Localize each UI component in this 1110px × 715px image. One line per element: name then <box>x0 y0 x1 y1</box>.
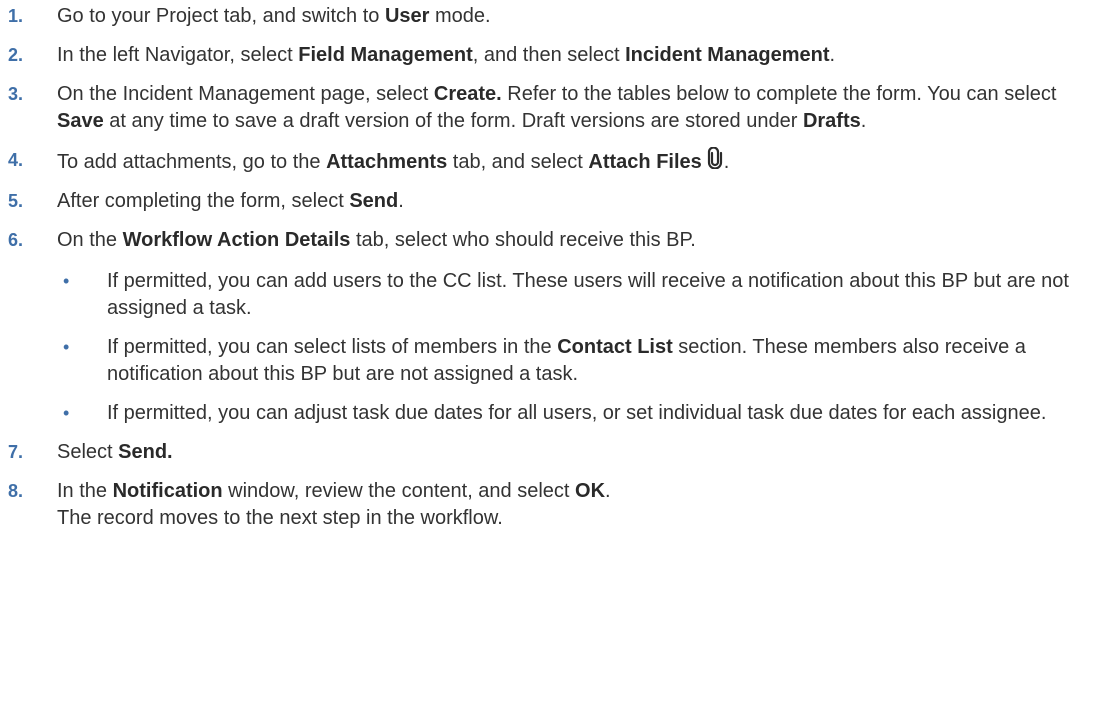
step-item: 4. To add attachments, go to the Attachme… <box>0 147 1110 176</box>
step-text: Select Send. <box>57 439 1100 466</box>
step-number: 7. <box>8 442 24 462</box>
paperclip-icon <box>707 147 722 169</box>
step-number: 4. <box>8 150 24 170</box>
text-run: at any time to save a draft version of t… <box>103 110 803 132</box>
bullet-text: If permitted, you can add users to the C… <box>107 268 1100 322</box>
step-number: 1. <box>8 6 24 26</box>
step-item: 2. In the left Navigator, select Field Ma… <box>0 42 1110 69</box>
emphasis-text: Incident Management <box>625 44 830 66</box>
step-item: 8. In the Notification window, review the… <box>0 478 1110 532</box>
text-run: . <box>398 190 404 212</box>
text-run: If permitted, you can select lists of me… <box>107 336 558 358</box>
text-run: Select <box>57 441 119 463</box>
text-run: In the <box>57 480 113 502</box>
text-run: To add attachments, go to the <box>57 151 327 173</box>
bullet-item: • If permitted, you can adjust task due d… <box>57 400 1100 427</box>
emphasis-text: Notification <box>112 480 223 502</box>
emphasis-text: Attach Files <box>588 151 702 173</box>
emphasis-text: User <box>384 5 430 27</box>
step-result: The record moves to the next step in the… <box>57 507 503 529</box>
emphasis-text: OK <box>575 480 606 502</box>
text-run: If permitted, you can adjust task due da… <box>107 402 1047 424</box>
step-item: 1. Go to your Project tab, and switch to … <box>0 3 1110 30</box>
step-text: To add attachments, go to the Attachment… <box>57 147 1100 176</box>
bullet-marker: • <box>63 403 70 423</box>
step-text: Go to your Project tab, and switch to Us… <box>57 3 1100 30</box>
step-text: In the left Navigator, select Field Mana… <box>57 42 1100 69</box>
step-text: On the Incident Management page, select … <box>57 81 1100 135</box>
step-number: 2. <box>8 45 24 65</box>
bullet-item: • If permitted, you can select lists of m… <box>57 334 1100 388</box>
bullet-text: If permitted, you can adjust task due da… <box>107 400 1100 427</box>
text-run: mode. <box>429 5 491 27</box>
procedure-steps: 1. Go to your Project tab, and switch to … <box>0 3 1110 532</box>
text-run: tab, select who should receive this BP. <box>350 229 696 251</box>
text-run: Go to your Project tab, and switch to <box>57 5 385 27</box>
sub-bullet-list: • If permitted, you can add users to the … <box>57 268 1100 427</box>
emphasis-text: Field Management <box>298 44 473 66</box>
bullet-marker: • <box>63 337 70 357</box>
text-run: . <box>723 151 730 173</box>
step-number: 6. <box>8 230 24 250</box>
text-run: , and then select <box>472 44 626 66</box>
emphasis-text: Send <box>349 190 399 212</box>
step-text: In the Notification window, review the c… <box>57 478 1100 532</box>
text-run: In the left Navigator, select <box>57 44 299 66</box>
text-run: After completing the form, select <box>57 190 350 212</box>
bullet-marker: • <box>63 271 70 291</box>
step-item: 7. Select Send. <box>0 439 1110 466</box>
step-item: 6. On the Workflow Action Details tab, se… <box>0 227 1110 427</box>
emphasis-text: Workflow Action Details <box>122 229 351 251</box>
text-run: . <box>605 480 611 502</box>
step-number: 5. <box>8 191 24 211</box>
emphasis-text: Create. <box>433 83 502 105</box>
text-run: . <box>860 110 867 132</box>
text-run: window, review the content, and select <box>222 480 576 502</box>
step-number: 8. <box>8 481 24 501</box>
step-number: 3. <box>8 84 24 104</box>
bullet-text: If permitted, you can select lists of me… <box>107 334 1100 388</box>
text-run: If permitted, you can add users to the C… <box>107 270 1069 319</box>
text-run: On the Incident Management page, select <box>57 83 434 105</box>
step-text: After completing the form, select Send. <box>57 188 1100 215</box>
step-item: 5. After completing the form, select Send… <box>0 188 1110 215</box>
step-item: 3. On the Incident Management page, selec… <box>0 81 1110 135</box>
text-run: On the <box>57 229 123 251</box>
text-run: tab, and select <box>447 151 589 173</box>
emphasis-text: Contact List <box>557 336 673 358</box>
step-text: On the Workflow Action Details tab, sele… <box>57 227 1100 427</box>
emphasis-text: Save <box>57 110 104 132</box>
text-run: Refer to the tables below to complete th… <box>501 83 1057 105</box>
text-run: . <box>829 44 836 66</box>
emphasis-text: Send. <box>118 441 173 463</box>
emphasis-text: Drafts <box>802 110 861 132</box>
emphasis-text: Attachments <box>326 151 448 173</box>
bullet-item: • If permitted, you can add users to the … <box>57 268 1100 322</box>
